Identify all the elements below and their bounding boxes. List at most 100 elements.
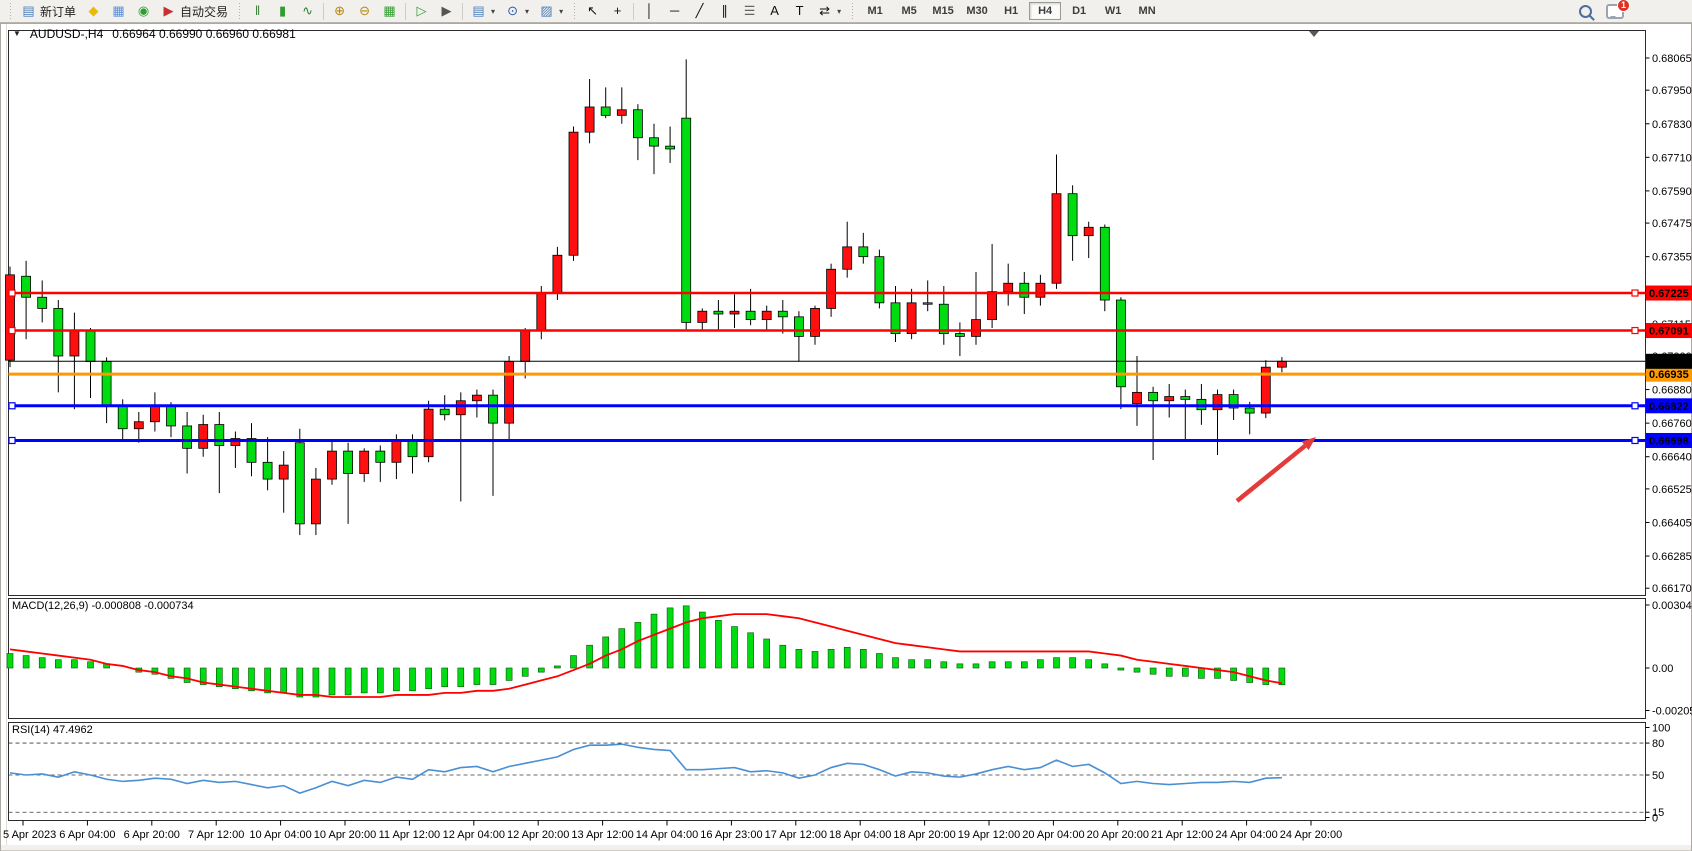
timeframe-m30[interactable]: M30 — [961, 2, 993, 20]
time-axis-label: 20 Apr 20:00 — [1087, 829, 1149, 841]
styles-button[interactable]: ◆ — [81, 1, 106, 21]
macd-panel[interactable] — [9, 599, 1646, 719]
macd-bar — [249, 668, 255, 691]
timeframe-h1[interactable]: H1 — [995, 2, 1027, 20]
price-tag-0.66698[interactable]: 0.66698 — [1646, 433, 1692, 448]
macd-bar — [715, 620, 721, 668]
label-button[interactable]: T — [787, 1, 812, 21]
vertical-line-button[interactable]: │ — [637, 1, 662, 21]
price-tag-0.66822[interactable]: 0.66822 — [1646, 398, 1692, 413]
macd-axis-label: -0.00205 — [1652, 705, 1692, 717]
macd-bar — [699, 612, 705, 668]
line-chart-icon: ∿ — [300, 2, 315, 20]
timeframe-mn[interactable]: MN — [1131, 2, 1163, 20]
macd-bar — [796, 649, 802, 668]
auto-scroll-button[interactable]: ▶ — [434, 1, 459, 21]
chart-shift-button[interactable]: ▷ — [409, 1, 434, 21]
new-order-button[interactable]: ▤新订单 — [16, 1, 81, 21]
new-chart-icon: ▤ — [471, 2, 486, 20]
zoom-out-button[interactable]: ⊖ — [352, 1, 377, 21]
trendline-button[interactable]: ╱ — [687, 1, 712, 21]
macd-bar — [361, 668, 367, 693]
bar-chart-button[interactable]: ‖ — [245, 1, 270, 21]
price-axis-label: 0.67475 — [1652, 218, 1692, 230]
dropdown-caret-icon[interactable]: ▾ — [559, 7, 563, 16]
timeframe-m15[interactable]: M15 — [927, 2, 959, 20]
macd-bar — [554, 666, 560, 668]
macd-bar — [265, 668, 271, 693]
macd-bar — [410, 668, 416, 691]
dropdown-caret-icon[interactable]: ▾ — [491, 7, 495, 16]
auto-trading-button[interactable]: ▶自动交易 — [156, 1, 233, 21]
line-anchor[interactable] — [9, 403, 15, 409]
macd-bar — [71, 660, 77, 668]
time-axis-label: 13 Apr 12:00 — [571, 829, 633, 841]
crosshair-button[interactable]: + — [605, 1, 630, 21]
timeframe-m5[interactable]: M5 — [893, 2, 925, 20]
price-tag-0.66935[interactable]: 0.66935 — [1646, 367, 1692, 382]
market-watch-button[interactable]: ◉ — [131, 1, 156, 21]
current-price-tag[interactable]: 0.66981 — [1646, 354, 1692, 369]
line-anchor[interactable] — [1632, 403, 1638, 409]
toolbar-separator — [405, 3, 406, 20]
time-axis-label: 6 Apr 20:00 — [124, 829, 180, 841]
arrows-button[interactable]: ⇄▾ — [812, 1, 846, 21]
rsi-panel[interactable] — [9, 723, 1646, 821]
zoom-in-button[interactable]: ⊕ — [327, 1, 352, 21]
price-axis-label: 0.66525 — [1652, 484, 1692, 496]
line-anchor[interactable] — [9, 290, 15, 296]
line-anchor[interactable] — [1632, 437, 1638, 443]
macd-label: MACD(12,26,9) -0.000808 -0.000734 — [12, 600, 194, 612]
timeframe-d1[interactable]: D1 — [1063, 2, 1095, 20]
toolbar-grip — [8, 3, 12, 19]
macd-bar — [764, 639, 770, 668]
dropdown-caret-icon[interactable]: ▾ — [525, 7, 529, 16]
cursor-button[interactable]: ↖ — [580, 1, 605, 21]
label-icon: T — [792, 2, 807, 20]
dropdown-caret-icon[interactable]: ▾ — [837, 7, 841, 16]
line-anchor[interactable] — [9, 328, 15, 334]
horizontal-line-button[interactable]: ─ — [662, 1, 687, 21]
indicators-menu-button[interactable]: ▨▾ — [534, 1, 568, 21]
macd-bar — [973, 664, 979, 668]
search-icon[interactable] — [1579, 5, 1592, 18]
macd-bar — [603, 637, 609, 668]
time-axis-label: 7 Apr 12:00 — [188, 829, 244, 841]
channel-button[interactable]: ∥ — [712, 1, 737, 21]
macd-bar — [377, 668, 383, 693]
styles-icon: ◆ — [86, 2, 101, 20]
rsi-axis-label: 50 — [1652, 770, 1664, 782]
price-tag-0.67091[interactable]: 0.67091 — [1646, 323, 1692, 338]
chart-title: ▼ AUDUSD-,H4 0.66964 0.66990 0.66960 0.6… — [13, 27, 296, 41]
new-chart-button[interactable]: ▤▾ — [466, 1, 500, 21]
line-anchor[interactable] — [1632, 328, 1638, 334]
macd-bar — [1150, 668, 1156, 674]
chat-icon[interactable]: 1 — [1606, 4, 1624, 19]
fibonacci-button[interactable]: ☰ — [737, 1, 762, 21]
macd-bar — [39, 658, 45, 668]
macd-bar — [909, 660, 915, 668]
trendline-icon: ╱ — [692, 2, 707, 20]
timeframe-w1[interactable]: W1 — [1097, 2, 1129, 20]
macd-bar — [281, 668, 287, 693]
price-axis-label: 0.66760 — [1652, 418, 1692, 430]
line-anchor[interactable] — [1632, 290, 1638, 296]
price-axis-label: 0.66640 — [1652, 452, 1692, 464]
line-chart-button[interactable]: ∿ — [295, 1, 320, 21]
time-axis-label: 24 Apr 04:00 — [1215, 829, 1277, 841]
toolbar-grip — [850, 3, 854, 19]
chart-canvas[interactable]: 0.680650.679500.678300.677100.675900.674… — [0, 0, 1692, 851]
price-tag-0.67225[interactable]: 0.67225 — [1646, 286, 1692, 301]
toolbar-separator — [462, 3, 463, 20]
period-button[interactable]: ⊙▾ — [500, 1, 534, 21]
line-anchor[interactable] — [9, 437, 15, 443]
profiles-button[interactable]: ▦ — [106, 1, 131, 21]
main-panel[interactable] — [9, 31, 1646, 596]
svg-text:0.66935: 0.66935 — [1649, 369, 1689, 381]
chevron-down-icon[interactable]: ▼ — [13, 29, 21, 41]
candlestick-chart-button[interactable]: ▮ — [270, 1, 295, 21]
tile-windows-button[interactable]: ▦ — [377, 1, 402, 21]
timeframe-h4[interactable]: H4 — [1029, 2, 1061, 20]
text-button[interactable]: A — [762, 1, 787, 21]
timeframe-m1[interactable]: M1 — [859, 2, 891, 20]
